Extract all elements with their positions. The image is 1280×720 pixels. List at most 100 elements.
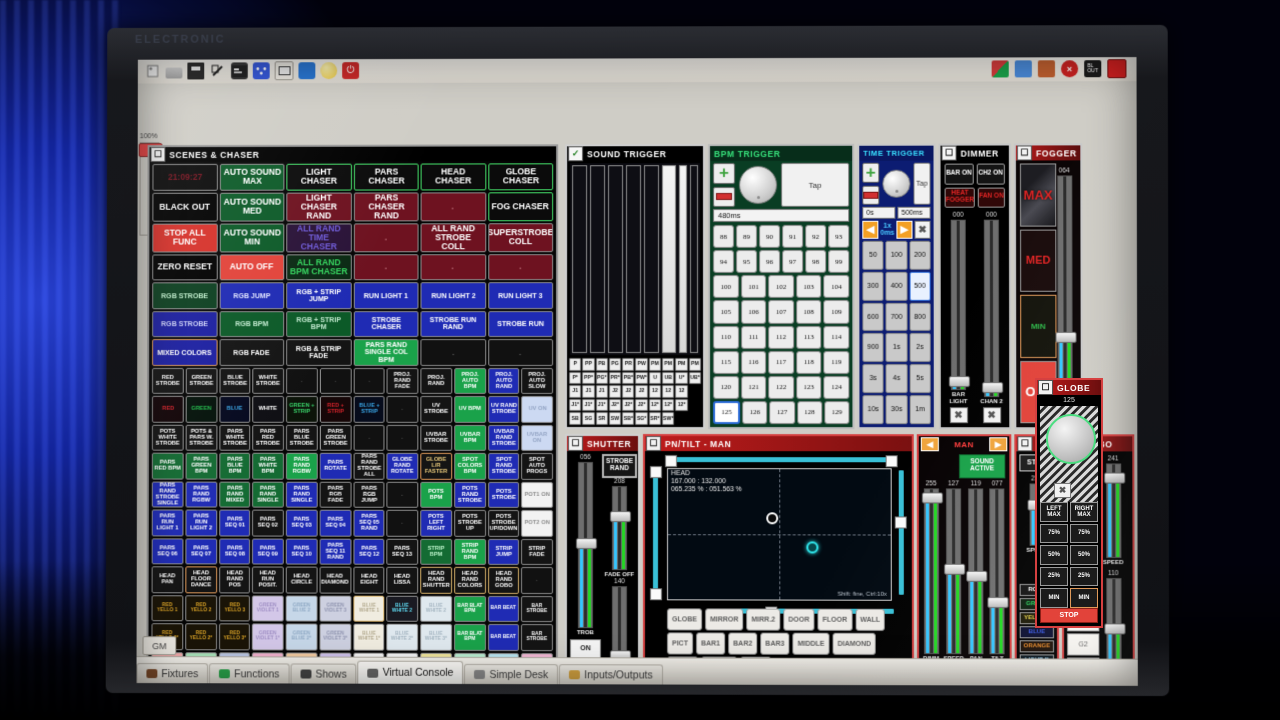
fader-track[interactable] [948,219,970,391]
sound-key[interactable]: 12* [662,398,675,412]
scene-button[interactable]: PARS RAND MIXED [218,481,251,508]
scene-button[interactable]: RUN LIGHT 3 [487,282,554,309]
fader-track[interactable] [1054,175,1077,397]
scene-button[interactable]: UVBAR STROBE [420,424,452,451]
scene-button[interactable]: 21:09:27 [152,163,218,191]
bpm-key[interactable]: 93 [828,224,850,248]
scene-button[interactable]: RUN LIGHT 1 [353,282,419,309]
sound-active-button[interactable]: SOUND ACTIVE [959,454,1006,479]
scene-button[interactable]: FOG CHASER [487,191,554,221]
pantilt-preset-button[interactable]: BAR3 [760,632,790,655]
scene-button[interactable]: RGB STROBE [152,282,218,309]
scene-button[interactable]: . [353,253,419,281]
pantilt-right-slider[interactable] [898,470,904,595]
bpm-key[interactable]: 99 [828,249,850,274]
scene-button[interactable]: . [286,367,318,394]
scene-button[interactable]: BAR STROBE [521,595,553,623]
sound-key[interactable]: PB [595,358,608,371]
scene-button[interactable]: GLOBE CHASER [487,163,554,190]
sound-key[interactable]: PM [688,357,702,371]
fader-handle[interactable] [575,537,597,549]
scene-button[interactable]: STOP ALL FUNC [152,223,218,253]
time-key[interactable]: 10s [862,395,884,425]
taskbar-tab-simple-desk[interactable]: Simple Desk [464,663,559,685]
fader-handle[interactable] [948,375,970,387]
taskbar-tab-virtual-console[interactable]: Virtual Console [357,660,464,684]
scene-button[interactable]: . [487,339,554,366]
globe-preset-button[interactable]: MIN [1040,588,1068,608]
time-key[interactable]: 100 [885,240,908,270]
grand-master-indicator[interactable]: GM [142,636,177,656]
scene-button[interactable]: POTS STROBE [487,481,520,508]
scene-button[interactable]: BAR STROBE [521,624,553,651]
scene-button[interactable]: POTS WHITE STROBE [151,424,184,451]
sound-key[interactable]: U [648,371,662,385]
scene-button[interactable]: PARS CHASER RAND [353,191,419,221]
arrow-left-icon[interactable]: ◀ [920,437,939,452]
sound-key[interactable]: SW [608,412,622,425]
sound-key[interactable]: SB [569,412,582,425]
scene-button[interactable]: PROJ. AUTO SLOW [521,367,554,394]
bpm-knob[interactable] [739,165,778,204]
scene-button[interactable]: LIGHT CHASER RAND [286,192,352,222]
bpm-tap-button[interactable]: Tap [781,162,850,207]
arrow-left-icon[interactable]: ◀ [862,220,879,239]
scene-button[interactable]: GLOBE RAND ROTATE [386,452,419,480]
sound-key[interactable]: PW* [635,371,648,385]
addressing-icon[interactable] [252,62,270,80]
bpm-key[interactable]: 116 [740,350,767,374]
pantilt-preset-button[interactable]: GLOBE [667,608,702,631]
pantilt-active-dot[interactable] [805,540,819,553]
pantilt-xy-pad[interactable]: HEAD 167.000 : 132.000 065.235 % : 051.5… [667,468,892,601]
sound-key[interactable]: J2 [622,385,635,398]
power-icon[interactable]: ⏻ [342,62,360,80]
scene-button[interactable]: HEAD LISSA [386,566,419,594]
time-key[interactable]: 50 [862,240,884,270]
scene-button[interactable]: BAR BLAT BPM [453,623,486,651]
sound-key[interactable]: PG [608,358,622,371]
bpm-key[interactable]: 105 [713,300,739,324]
fader-handle[interactable] [1054,331,1077,343]
pantilt-top-slider-start[interactable] [665,455,678,468]
new-icon[interactable] [144,63,161,80]
fader-handle[interactable] [1103,623,1126,635]
save-icon[interactable] [187,62,205,80]
fader-track[interactable] [921,488,943,654]
scene-button[interactable]: PARS RAND STROBE SINGLE [151,481,184,508]
bpm-key[interactable]: 110 [713,325,739,349]
scene-button[interactable]: BLUE + STRIP [353,395,385,423]
scene-button[interactable]: RED YELLO 3 [218,594,251,622]
scene-button[interactable]: HEAD PAN [151,566,184,593]
fader-track[interactable] [966,488,988,654]
bpm-key[interactable]: 126 [742,400,768,425]
scene-button[interactable]: AUTO SOUND MIN [219,223,285,252]
scene-button[interactable]: PARS RAND STROBE ALL [353,452,385,480]
scene-button[interactable]: . [420,253,486,281]
time-key[interactable]: 4s [885,364,908,394]
scene-button[interactable]: GREEN VIOLET 3* [319,623,351,651]
sound-key[interactable]: 12* [648,398,662,412]
scene-button[interactable]: GREEN BLUE 2 [285,595,318,622]
scene-button[interactable]: BAR BEAT [487,595,520,623]
sound-key[interactable]: PP [582,358,595,371]
scene-button[interactable]: . [420,191,486,221]
scene-button[interactable]: UV STROBE [420,395,453,423]
scene-button[interactable]: HEAD DIAMOND [319,566,351,594]
scene-button[interactable]: STRIP RAND BPM [453,538,486,565]
bpm-key[interactable]: 88 [713,224,735,249]
bpm-key[interactable]: 100 [713,275,739,299]
sound-key[interactable]: J2 [608,385,622,398]
sound-key[interactable]: J1 [569,385,582,398]
pantilt-preset-button[interactable]: MIRR.2 [746,608,781,631]
globe-preset-button[interactable]: 75% [1070,523,1098,544]
paint-icon[interactable] [1014,60,1032,78]
dimmer-button[interactable]: BAR ON [944,163,974,185]
scene-button[interactable]: PARS SEQ 03 [285,509,318,537]
time-key[interactable]: 700 [885,302,908,332]
scene-button[interactable]: POTS STROBE UP [453,509,486,537]
bpm-key[interactable]: 96 [759,250,781,274]
bpm-key[interactable]: 101 [740,275,767,299]
scene-button[interactable]: GREEN VIOLET 3 [319,595,351,622]
bpm-remove-button[interactable] [713,186,736,208]
sound-key[interactable]: PR [622,358,635,371]
